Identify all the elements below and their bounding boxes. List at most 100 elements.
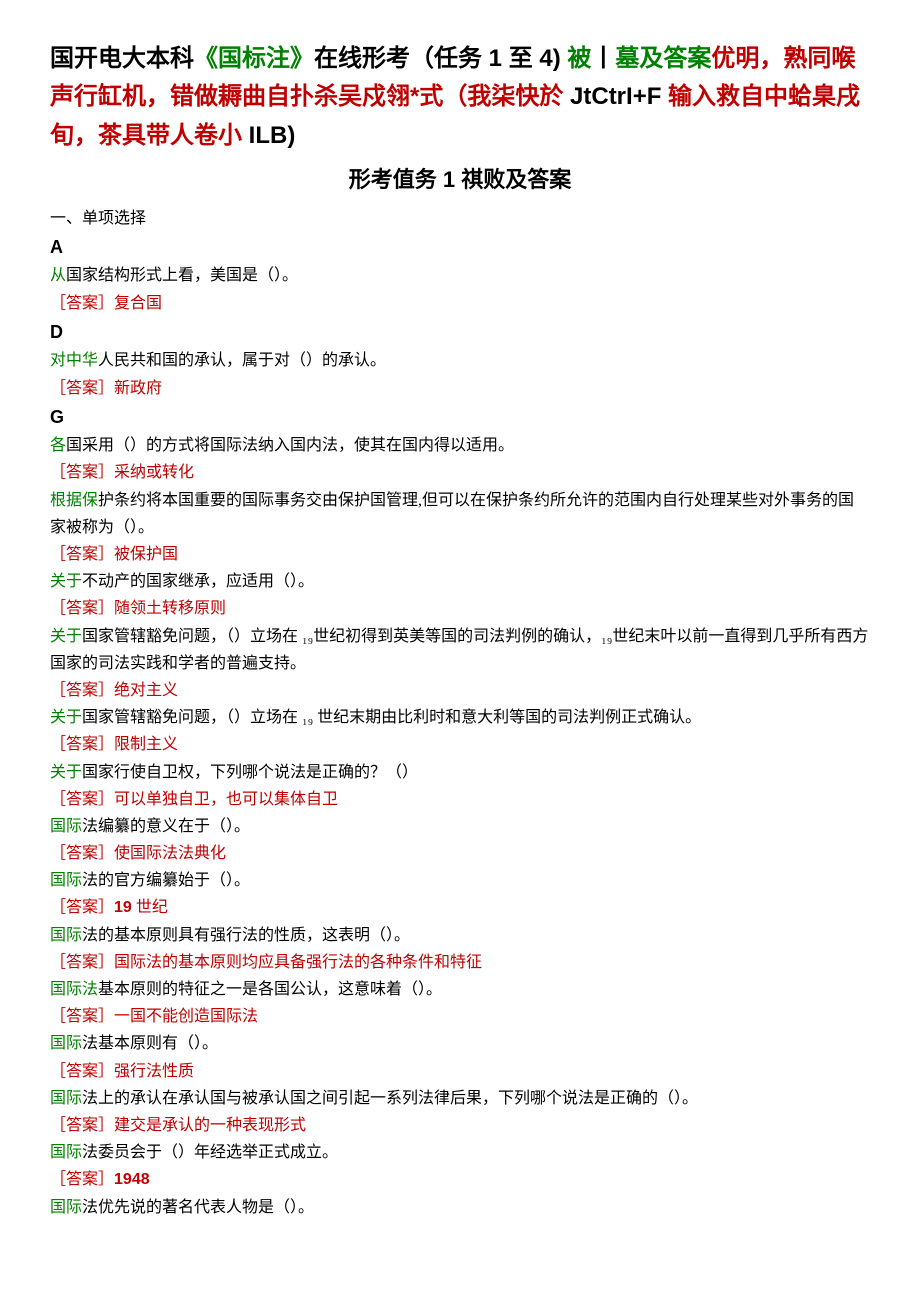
answer-text: ［答案］新政府 [50,380,162,397]
question-text: 国采用（）的方式将国际法纳入国内法，使其在国内得以适用。 [66,437,514,454]
title-frag: ILB) [249,122,296,149]
title-frag: 丨 [591,45,615,72]
question-text: 法委员会于（）年经选举正式成立。 [82,1144,338,1161]
document-title: 国开电大本科《国标注》在线形考（任务 1 至 4) 被丨墓及答案优明，熟同喉声行… [50,40,870,155]
question-line: 根据保护条约将本国重要的国际事务交由保护国管理,但可以在保护条约所允许的范围内自… [50,487,870,541]
question-line: 从国家结构形式上看，美国是（）。 [50,262,870,289]
answer-text: ［答案］复合国 [50,295,162,312]
question-prefix: 关于 [50,764,82,781]
question-line: 各国采用（）的方式将国际法纳入国内法，使其在国内得以适用。 [50,432,870,459]
question-text: 法基本原则有（）。 [82,1035,218,1052]
title-frag: 1 [489,45,502,72]
answer-line: ［答案］一国不能创造国际法 [50,1003,870,1030]
question-text: 人民共和国的承认，属于对（）的承认。 [98,352,386,369]
answer-line: ［答案］可以单独自卫，也可以集体自卫 [50,786,870,813]
question-text: 护条约将本国重要的国际事务交由保护国管理,但可以在保护条约所允许的范围内自行处理… [50,492,854,536]
question-line: 国际法优先说的著名代表人物是（）。 [50,1194,870,1221]
group-letter: A [50,232,870,263]
answer-line: ［答案］限制主义 [50,731,870,758]
question-line: 国际法上的承认在承认国与被承认国之间引起一系列法律后果，下列哪个说法是正确的（）… [50,1085,870,1112]
answer-text: ［答案］绝对主义 [50,682,178,699]
question-prefix: 国际 [50,1035,82,1052]
answer-text: ［答案］被保护国 [50,546,178,563]
question-line: 关于国家管辖豁免问题，（）立场在 ₁₉世纪初得到英美等国的司法判例的确认，₁₉世… [50,623,870,677]
question-line: 关于国家管辖豁免问题，（）立场在 ₁₉ 世纪末期由比利时和意大利等国的司法判例正… [50,704,870,731]
question-prefix: 关于 [50,709,82,726]
answer-line: ［答案］强行法性质 [50,1058,870,1085]
answer-line: ［答案］绝对主义 [50,677,870,704]
answer-text: ［答案］ [50,1171,114,1188]
answer-text: ［答案］建交是承认的一种表现形式 [50,1117,306,1134]
question-text: 基本原则的特征之一是各国公认，这意味着（）。 [98,981,442,998]
question-text: 法的官方编纂始于（）。 [82,872,250,889]
answer-text: ［答案］ [50,899,114,916]
answer-line: ［答案］新政府 [50,375,870,402]
answer-tail: 世纪 [132,899,168,916]
question-text: 不动产的国家继承，应适用（）。 [82,573,314,590]
title-frag: 至 [502,45,539,72]
answer-text: ［答案］采纳或转化 [50,464,194,481]
answer-number: 19 [114,899,132,916]
qa-content: A从国家结构形式上看，美国是（）。［答案］复合国D对中华人民共和国的承认，属于对… [50,232,870,1221]
question-text: 法编纂的意义在于（）。 [82,818,250,835]
title-frag: JtCtrI+F [570,83,661,110]
question-prefix: 国际法 [50,981,98,998]
question-text: 国家管辖豁免问题，（）立场在 ₁₉ 世纪末期由比利时和意大利等国的司法判例正式确… [82,709,701,726]
question-prefix: 根据保 [50,492,98,509]
question-text: 法上的承认在承认国与被承认国之间引起一系列法律后果，下列哪个说法是正确的（）。 [82,1090,698,1107]
question-prefix: 从 [50,267,66,284]
answer-text: ［答案］可以单独自卫，也可以集体自卫 [50,791,338,808]
group-letter: D [50,317,870,348]
question-line: 国际法的基本原则具有强行法的性质，这表明（）。 [50,922,870,949]
answer-line: ［答案］随领土转移原则 [50,595,870,622]
question-prefix: 国际 [50,927,82,944]
answer-text: ［答案］一国不能创造国际法 [50,1008,258,1025]
question-prefix: 国际 [50,1199,82,1216]
question-text: 国家结构形式上看，美国是（）。 [66,267,298,284]
question-prefix: 国际 [50,872,82,889]
question-text: 法的基本原则具有强行法的性质，这表明（）。 [82,927,410,944]
answer-text: ［答案］国际法的基本原则均应具备强行法的各种条件和特征 [50,954,482,971]
question-prefix: 关于 [50,573,82,590]
question-prefix: 关于 [50,628,82,645]
section-heading: 一、单项选择 [50,205,870,232]
answer-line: ［答案］使国际法法典化 [50,840,870,867]
question-line: 国际法编纂的意义在于（）。 [50,813,870,840]
answer-text: ［答案］强行法性质 [50,1063,194,1080]
answer-text: ［答案］随领土转移原则 [50,600,226,617]
question-line: 国际法的官方编纂始于（）。 [50,867,870,894]
document-subtitle: 形考值务 1 祺败及答案 [50,161,870,198]
question-line: 国际法基本原则有（）。 [50,1030,870,1057]
answer-text: ［答案］限制主义 [50,736,178,753]
question-prefix: 对中华 [50,352,98,369]
question-prefix: 各 [50,437,66,454]
answer-line: ［答案］建交是承认的一种表现形式 [50,1112,870,1139]
question-prefix: 国际 [50,818,82,835]
question-prefix: 国际 [50,1144,82,1161]
question-line: 国际法基本原则的特征之一是各国公认，这意味着（）。 [50,976,870,1003]
question-line: 国际法委员会于（）年经选举正式成立。 [50,1139,870,1166]
title-frag: 在线形考（任务 [314,45,489,72]
title-frag: 被 [567,45,591,72]
group-letter: G [50,402,870,433]
answer-line: ［答案］1948 [50,1166,870,1193]
question-text: 国家管辖豁免问题，（）立场在 ₁₉世纪初得到英美等国的司法判例的确认，₁₉世纪末… [50,628,868,672]
question-line: 关于国家行使自卫权，下列哪个说法是正确的？（） [50,759,870,786]
answer-number: 1948 [114,1171,150,1188]
question-prefix: 国际 [50,1090,82,1107]
title-frag: 墓及答案 [615,45,711,72]
title-frag: 4 [539,45,552,72]
title-frag: 国开电大本科 [50,45,194,72]
answer-line: ［答案］采纳或转化 [50,459,870,486]
answer-line: ［答案］被保护国 [50,541,870,568]
answer-line: ［答案］19 世纪 [50,894,870,921]
question-line: 关于不动产的国家继承，应适用（）。 [50,568,870,595]
title-frag: 《国标注》 [194,45,314,72]
answer-line: ［答案］复合国 [50,290,870,317]
title-frag: ) [553,45,568,72]
answer-text: ［答案］使国际法法典化 [50,845,226,862]
answer-line: ［答案］国际法的基本原则均应具备强行法的各种条件和特征 [50,949,870,976]
question-text: 国家行使自卫权，下列哪个说法是正确的？（） [82,764,418,781]
question-line: 对中华人民共和国的承认，属于对（）的承认。 [50,347,870,374]
question-text: 法优先说的著名代表人物是（）。 [82,1199,314,1216]
